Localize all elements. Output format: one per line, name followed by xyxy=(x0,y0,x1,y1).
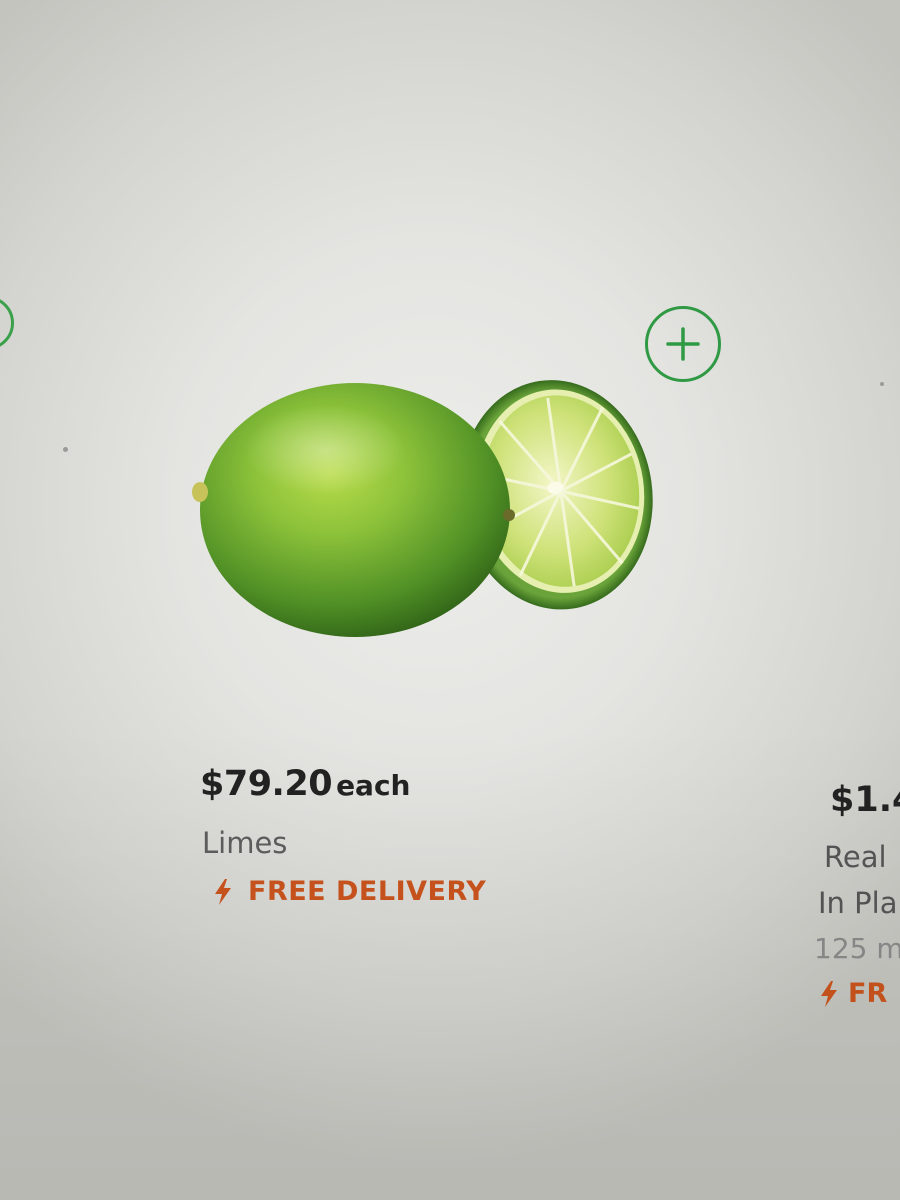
next-product-price: $1.4 xyxy=(830,780,900,820)
lightning-bolt-icon xyxy=(821,980,837,1007)
next-delivery-label: FR xyxy=(848,978,888,1009)
screen-speck xyxy=(63,447,68,452)
product-name[interactable]: Limes xyxy=(202,826,287,860)
price-amount: $79.20 xyxy=(200,764,333,804)
delivery-label: FREE DELIVERY xyxy=(248,876,487,907)
next-delivery-badge: FR xyxy=(820,978,887,1009)
prev-add-to-cart-button[interactable] xyxy=(0,296,14,350)
product-price: $79.20 each xyxy=(200,764,410,804)
next-product-size: 125 m xyxy=(814,932,900,965)
plus-icon xyxy=(666,327,700,361)
product-image[interactable] xyxy=(185,370,665,650)
price-unit: each xyxy=(336,769,411,802)
next-product-name-line2[interactable]: In Pla xyxy=(818,886,897,920)
product-listing-screen: $79.20each Limes FREE DELIVERY $1.4 Real… xyxy=(0,0,900,1200)
delivery-badge: FREE DELIVERY xyxy=(214,876,486,907)
next-product-name-line1[interactable]: Real xyxy=(824,840,887,874)
lightning-bolt-icon xyxy=(215,878,231,905)
screen-speck xyxy=(880,382,884,386)
